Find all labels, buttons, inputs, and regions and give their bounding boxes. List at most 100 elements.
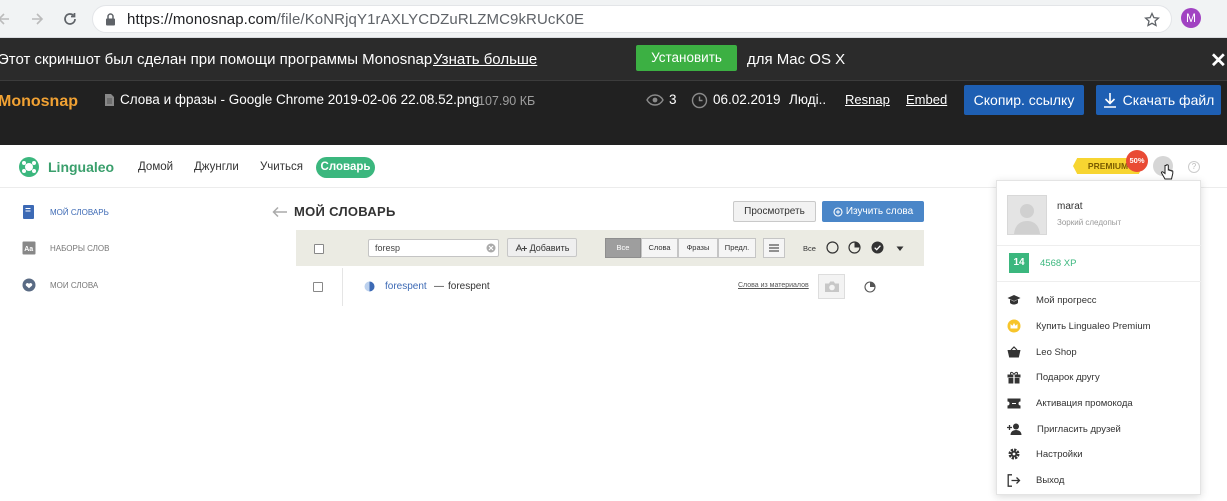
reload-icon[interactable] [60, 9, 80, 29]
url-path: /file/KoNRjqY1rAXLYCDZuRLZMC9kRUcK0E [276, 11, 585, 28]
word-translation: forespent [448, 281, 490, 292]
file-bar: Monosnap Слова и фразы - Google Chrome 2… [0, 80, 1227, 145]
browser-toolbar: https://monosnap.com/file/KoNRjqY1rAXLYC… [0, 0, 1227, 38]
menu-logout[interactable]: Выход [1007, 473, 1064, 487]
embed-link[interactable]: Embed [906, 92, 947, 107]
menu-label: Выход [1036, 474, 1065, 486]
profile-avatar[interactable]: M [1181, 8, 1201, 28]
filter-all[interactable]: Все [605, 238, 641, 258]
menu-leo-shop[interactable]: Leo Shop [1007, 345, 1077, 359]
learning-progress-icon [364, 281, 375, 292]
learn-words-label: Изучить слова [845, 206, 914, 217]
download-label: Скачать файл [1122, 92, 1215, 108]
menu-gift[interactable]: Подарок другу [1007, 370, 1100, 384]
user-menu: marat Зоркий следопыт 14 4568 XP Мой про… [996, 180, 1202, 495]
menu-promo-code[interactable]: Активация промокода [1007, 396, 1133, 410]
heart-icon [22, 278, 36, 292]
copy-link-button[interactable]: Скопир. ссылку [964, 85, 1084, 115]
nav-jungle[interactable]: Джунгли [194, 161, 239, 173]
view-button[interactable]: Просмотреть [733, 201, 816, 222]
user-menu-avatar[interactable] [1007, 195, 1047, 235]
status-new-icon[interactable] [826, 241, 839, 254]
gear-icon [1008, 448, 1020, 460]
menu-label: Купить Lingualeo Premium [1036, 320, 1151, 332]
add-word-button[interactable]: Добавить [507, 238, 577, 257]
sidebar-item-my-words[interactable]: МОИ СЛОВА [22, 277, 98, 293]
monosnap-logo[interactable]: Monosnap [0, 93, 78, 111]
menu-label: Мой прогресс [1036, 294, 1097, 306]
views-count: 3 [669, 92, 677, 107]
word-source-link[interactable]: Слова из материалов [738, 282, 809, 289]
lingualeo-logo-icon[interactable] [18, 156, 40, 178]
menu-invite-friends[interactable]: Пригласить друзей [1007, 422, 1121, 436]
page-title: МОЙ СЛОВАРЬ [294, 204, 396, 219]
clear-search-icon[interactable] [486, 243, 496, 253]
search-value: foresp [375, 243, 401, 253]
sidebar-label: НАБОРЫ СЛОВ [50, 243, 110, 253]
row-status-icon[interactable] [864, 281, 876, 293]
menu-settings[interactable]: Настройки [1007, 447, 1083, 461]
privacy-setting[interactable]: Люді.. [789, 92, 826, 107]
menu-my-progress[interactable]: Мой прогресс [1007, 293, 1097, 307]
download-icon [1103, 93, 1116, 108]
user-name: marat [1057, 201, 1083, 212]
url-host: https://monosnap.com [127, 11, 277, 28]
close-icon[interactable]: ✕ [1210, 48, 1227, 73]
banner-text: Этот скриншот был сделан при помощи прог… [0, 51, 433, 68]
status-filter-all[interactable]: Все [803, 244, 816, 253]
file-size: 107.90 КБ [478, 94, 536, 108]
nav-dictionary[interactable]: Словарь [316, 157, 375, 178]
discount-badge[interactable]: 50% [1126, 150, 1148, 172]
sidebar-item-my-dictionary[interactable]: МОЙ СЛОВАРЬ [22, 204, 109, 220]
brain-icon [833, 206, 843, 217]
status-learned-icon[interactable] [871, 241, 884, 254]
lock-icon [105, 13, 116, 26]
filter-phrases[interactable]: Фразы [678, 238, 718, 258]
select-all-checkbox[interactable] [314, 244, 324, 254]
install-button[interactable]: Установить [636, 45, 737, 71]
sidebar-item-word-sets[interactable]: Aa НАБОРЫ СЛОВ [22, 240, 109, 256]
back-arrow-icon[interactable] [272, 206, 288, 218]
upload-date: 06.02.2019 [713, 92, 781, 107]
filter-words[interactable]: Слова [641, 238, 678, 258]
menu-label: Подарок другу [1036, 371, 1100, 383]
back-icon[interactable] [0, 9, 14, 29]
forward-icon[interactable] [27, 9, 47, 29]
level-badge: 14 [1009, 253, 1029, 273]
menu-label: Активация промокода [1036, 397, 1133, 409]
user-rank: Зоркий следопыт [1057, 218, 1122, 227]
address-bar[interactable]: https://monosnap.com/file/KoNRjqY1rAXLYC… [92, 5, 1172, 33]
download-button[interactable]: Скачать файл [1096, 85, 1221, 115]
add-word-label: Добавить [529, 242, 570, 253]
lingualeo-logo-text[interactable]: Lingualeo [48, 159, 114, 175]
menu-buy-premium[interactable]: Купить Lingualeo Premium [1007, 319, 1151, 333]
status-learning-icon[interactable] [848, 241, 861, 254]
ticket-icon [1007, 398, 1021, 408]
sidebar-label: МОИ СЛОВА [50, 280, 99, 290]
learn-more-link[interactable]: Узнать больше [433, 51, 537, 68]
xp-value: 4568 XP [1040, 258, 1077, 269]
nav-learn[interactable]: Учиться [260, 161, 303, 173]
crown-icon [1007, 319, 1021, 333]
learn-words-button[interactable]: Изучить слова [822, 201, 924, 222]
row-checkbox[interactable] [313, 282, 323, 292]
nav-home[interactable]: Домой [138, 161, 173, 173]
search-input[interactable]: foresp [368, 239, 499, 257]
chevron-down-icon[interactable] [896, 246, 904, 252]
bookmark-star-icon[interactable] [1144, 12, 1160, 28]
eye-icon [646, 93, 664, 107]
basket-icon [1007, 346, 1021, 358]
logout-icon [1007, 473, 1021, 487]
svg-text:Aa: Aa [24, 246, 33, 253]
menu-label: Настройки [1036, 448, 1083, 460]
gift-icon [1007, 371, 1021, 383]
file-icon [104, 93, 115, 107]
word-text[interactable]: forespent [385, 281, 427, 292]
url-text: https://monosnap.com/file/KoNRjqY1rAXLYC… [127, 11, 584, 28]
row-divider [342, 268, 343, 306]
list-view-icon[interactable] [763, 238, 785, 258]
camera-icon[interactable] [818, 274, 845, 299]
resnap-link[interactable]: Resnap [845, 92, 890, 107]
help-icon[interactable]: ? [1188, 161, 1200, 173]
filter-sentences[interactable]: Предл. [718, 238, 756, 258]
